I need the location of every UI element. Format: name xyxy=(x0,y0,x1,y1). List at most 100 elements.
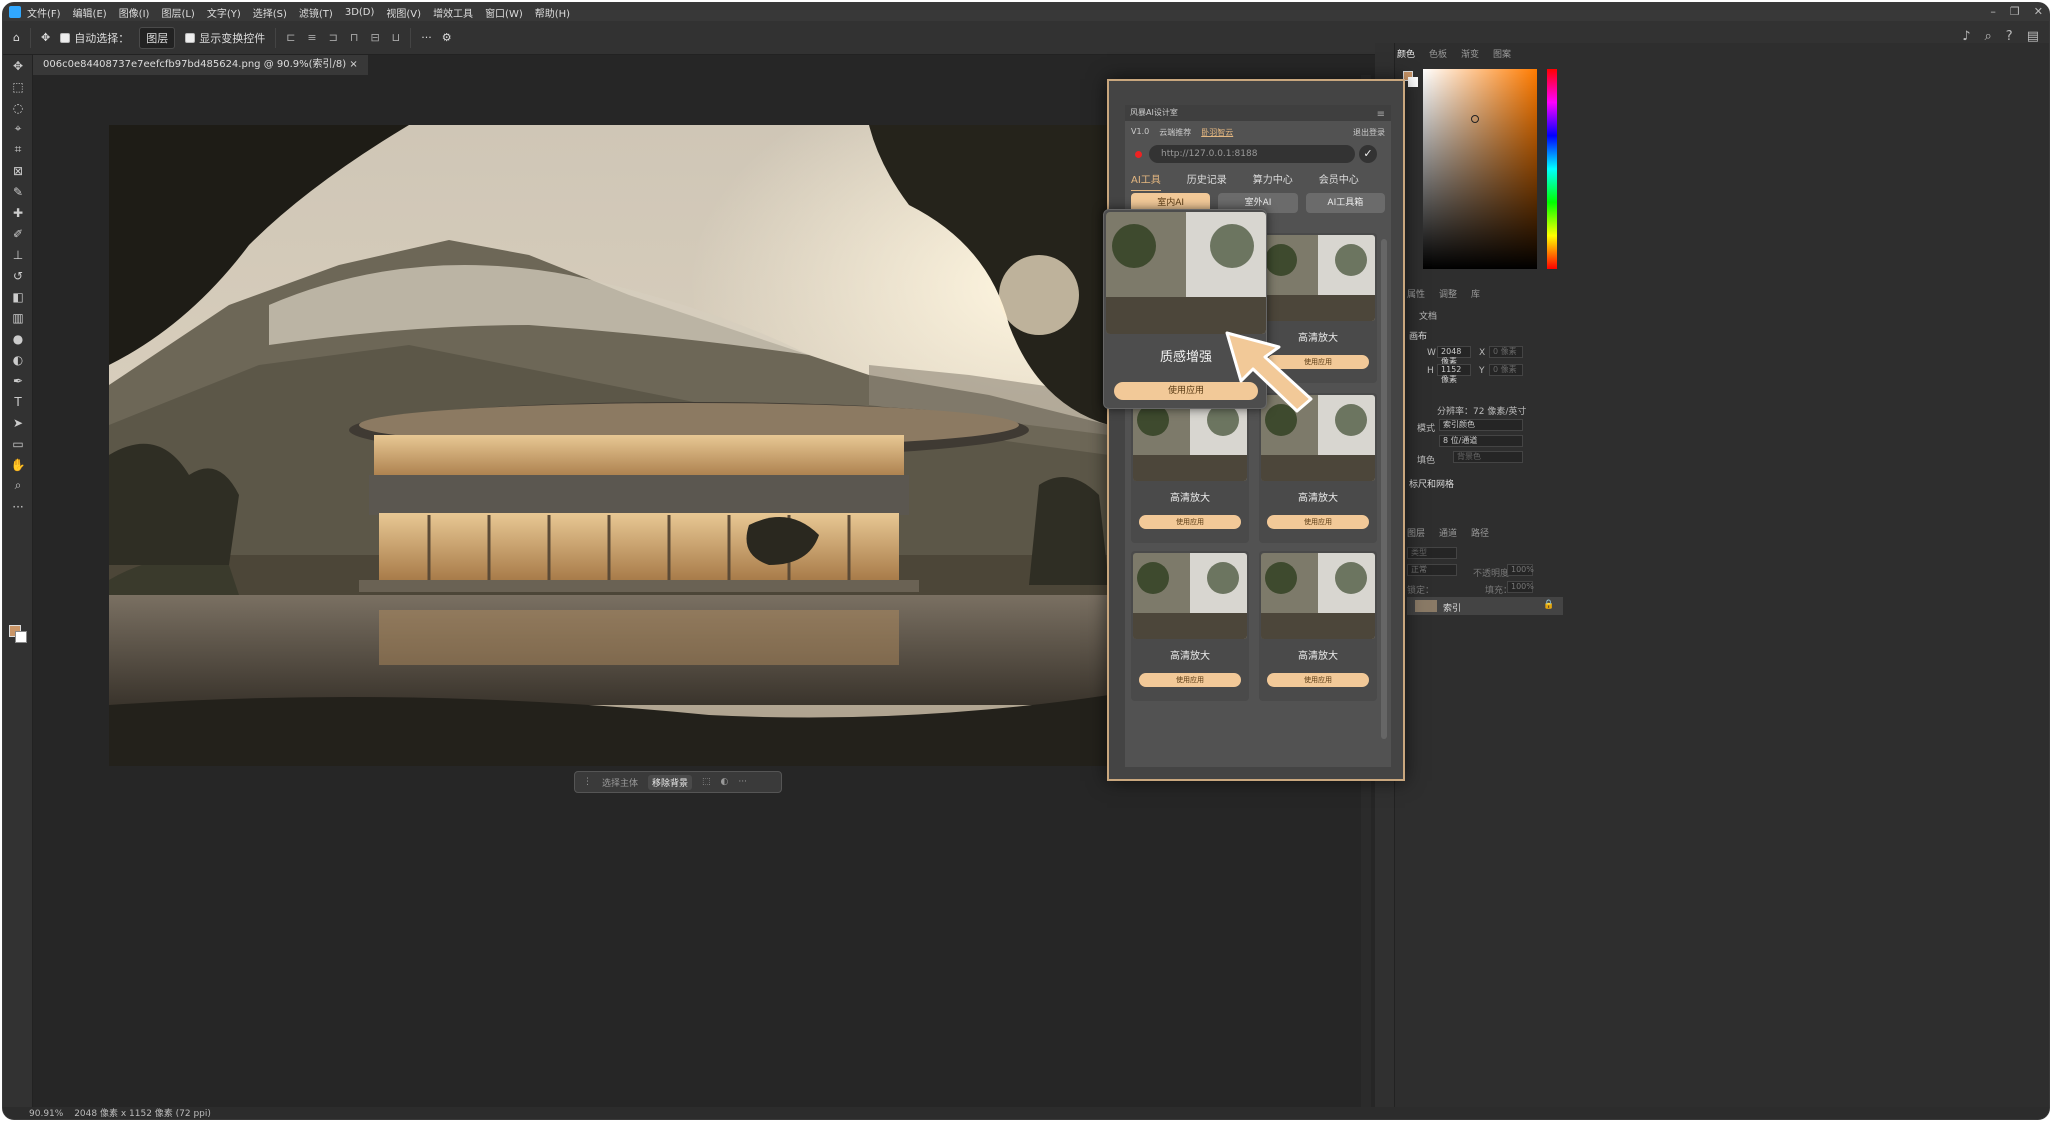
lasso-tool-icon[interactable]: ◌ xyxy=(3,97,33,118)
tab-layers[interactable]: 图层 xyxy=(1407,526,1425,539)
auto-select-dropdown[interactable]: 图层 xyxy=(139,26,176,49)
plugin-scrollbar[interactable] xyxy=(1381,239,1387,739)
frame-tool-icon[interactable]: ⊠ xyxy=(3,160,33,181)
tab-swatches[interactable]: 色板 xyxy=(1429,47,1447,63)
path-select-icon[interactable]: ➤ xyxy=(3,412,33,433)
workspace-icon[interactable]: ▤ xyxy=(2027,29,2039,44)
blend-mode-dropdown[interactable]: 正常 xyxy=(1407,564,1457,576)
close-icon[interactable]: × xyxy=(349,59,357,70)
tab-compute[interactable]: 算力中心 xyxy=(1253,171,1293,191)
tab-gradients[interactable]: 渐变 xyxy=(1461,47,1479,63)
background-color-swatch[interactable] xyxy=(15,631,27,643)
menu-type[interactable]: 文字(Y) xyxy=(207,5,241,20)
tab-color[interactable]: 颜色 xyxy=(1397,47,1415,63)
menu-image[interactable]: 图像(I) xyxy=(119,5,150,20)
stamp-tool-icon[interactable]: ⊥ xyxy=(3,244,33,265)
menu-plugins[interactable]: 增效工具 xyxy=(433,5,473,20)
tab-libraries[interactable]: 库 xyxy=(1471,287,1480,300)
remove-background-button[interactable]: 移除背景 xyxy=(648,774,693,790)
tool-card[interactable]: 高清放大 使用应用 xyxy=(1131,551,1249,701)
menu-help[interactable]: 帮助(H) xyxy=(535,5,570,20)
background-color-swatch[interactable] xyxy=(1408,77,1418,87)
gradient-tool-icon[interactable]: ▥ xyxy=(3,307,33,328)
document-image[interactable] xyxy=(109,125,1109,766)
eyedropper-tool-icon[interactable]: ✎ xyxy=(3,181,33,202)
align-left-icon[interactable]: ⊏ xyxy=(286,31,295,44)
restore-icon[interactable]: ❐ xyxy=(2010,5,2020,18)
tab-ai-tools[interactable]: AI工具 xyxy=(1131,171,1161,191)
tab-patterns[interactable]: 图案 xyxy=(1493,47,1511,63)
crop-tool-icon[interactable]: ⌗ xyxy=(3,139,33,160)
settings-icon[interactable]: ⚙ xyxy=(442,31,452,44)
y-input[interactable]: 0 像素 xyxy=(1489,364,1523,376)
zoom-tool-icon[interactable]: ⌕ xyxy=(3,475,33,496)
menu-filter[interactable]: 滤镜(T) xyxy=(299,5,333,20)
apply-button[interactable]: 使用应用 xyxy=(1267,673,1369,687)
brand-link[interactable]: 卧羽智云 xyxy=(1201,127,1233,138)
align-center-icon[interactable]: ≡ xyxy=(307,31,316,44)
logout-button[interactable]: 退出登录 xyxy=(1353,127,1385,138)
history-brush-icon[interactable]: ↺ xyxy=(3,265,33,286)
more-options-icon[interactable]: ··· xyxy=(421,31,432,44)
tab-ai-toolbox[interactable]: AI工具箱 xyxy=(1305,193,1385,213)
marquee-tool-icon[interactable]: ⬚ xyxy=(3,76,33,97)
mode-dropdown[interactable]: 索引颜色 xyxy=(1439,419,1523,431)
tab-history[interactable]: 历史记录 xyxy=(1187,171,1227,191)
confirm-url-button[interactable]: ✓ xyxy=(1359,145,1377,163)
tab-paths[interactable]: 路径 xyxy=(1471,526,1489,539)
more-icon[interactable]: ··· xyxy=(738,777,747,787)
apply-button[interactable]: 使用应用 xyxy=(1267,515,1369,529)
tab-properties[interactable]: 属性 xyxy=(1407,287,1425,300)
x-input[interactable]: 0 像素 xyxy=(1489,346,1523,358)
search-icon[interactable]: ⌕ xyxy=(1985,29,1992,44)
menu-file[interactable]: 文件(F) xyxy=(27,5,61,20)
show-transform-checkbox[interactable]: 显示变换控件 xyxy=(185,30,265,46)
tab-adjustments[interactable]: 调整 xyxy=(1439,287,1457,300)
align-right-icon[interactable]: ⊐ xyxy=(329,31,338,44)
menu-layer[interactable]: 图层(L) xyxy=(161,5,194,20)
move-tool-icon[interactable]: ✥ xyxy=(41,31,50,44)
bit-depth-dropdown[interactable]: 8 位/通道 xyxy=(1439,435,1523,447)
tab-channels[interactable]: 通道 xyxy=(1439,526,1457,539)
minimize-icon[interactable]: – xyxy=(1990,5,1996,18)
server-url-input[interactable]: http://127.0.0.1:8188 xyxy=(1149,145,1355,163)
menu-edit[interactable]: 编辑(E) xyxy=(73,5,107,20)
eraser-tool-icon[interactable]: ◧ xyxy=(3,286,33,307)
object-select-tool-icon[interactable]: ⌖ xyxy=(3,118,33,139)
shape-tool-icon[interactable]: ▭ xyxy=(3,433,33,454)
more-tools-icon[interactable]: ··· xyxy=(3,496,33,517)
hue-slider[interactable] xyxy=(1547,69,1557,269)
auto-select-checkbox[interactable]: 自动选择： xyxy=(60,30,129,46)
hand-tool-icon[interactable]: ✋ xyxy=(3,454,33,475)
menu-3d[interactable]: 3D(D) xyxy=(345,7,375,18)
width-input[interactable]: 2048 像素 xyxy=(1437,346,1471,366)
layer-kind-filter[interactable]: 类型 xyxy=(1407,547,1457,559)
transform-icon[interactable]: ⬚ xyxy=(702,777,711,787)
menu-select[interactable]: 选择(S) xyxy=(253,5,287,20)
menu-view[interactable]: 视图(V) xyxy=(386,5,421,20)
blur-tool-icon[interactable]: ● xyxy=(3,328,33,349)
color-picker-field[interactable] xyxy=(1423,69,1537,269)
move-tool-icon[interactable]: ✥ xyxy=(3,55,33,76)
healing-brush-icon[interactable]: ✚ xyxy=(3,202,33,223)
align-top-icon[interactable]: ⊓ xyxy=(350,31,359,44)
layer-row[interactable]: 索引 🔒 xyxy=(1407,597,1563,615)
color-picker-cursor[interactable] xyxy=(1471,115,1479,123)
dodge-tool-icon[interactable]: ◐ xyxy=(3,349,33,370)
align-bottom-icon[interactable]: ⊔ xyxy=(392,31,401,44)
drag-handle-icon[interactable]: ⋮ xyxy=(583,777,592,787)
tool-card[interactable]: 高清放大 使用应用 xyxy=(1131,393,1249,543)
brush-tool-icon[interactable]: ✐ xyxy=(3,223,33,244)
type-tool-icon[interactable]: T xyxy=(3,391,33,412)
close-icon[interactable]: ✕ xyxy=(2034,5,2043,18)
fill-dropdown[interactable]: 背景色 xyxy=(1453,451,1523,463)
apply-button[interactable]: 使用应用 xyxy=(1139,515,1241,529)
help-icon[interactable]: ? xyxy=(2006,29,2013,44)
apply-button[interactable]: 使用应用 xyxy=(1139,673,1241,687)
bell-icon[interactable]: ♪ xyxy=(1962,29,1970,44)
fill-opacity-input[interactable]: 100% xyxy=(1507,581,1534,593)
home-icon[interactable]: ⌂ xyxy=(13,31,20,44)
pen-tool-icon[interactable]: ✒ xyxy=(3,370,33,391)
panel-menu-icon[interactable]: ≡ xyxy=(1377,107,1385,123)
adjust-icon[interactable]: ◐ xyxy=(721,777,729,787)
